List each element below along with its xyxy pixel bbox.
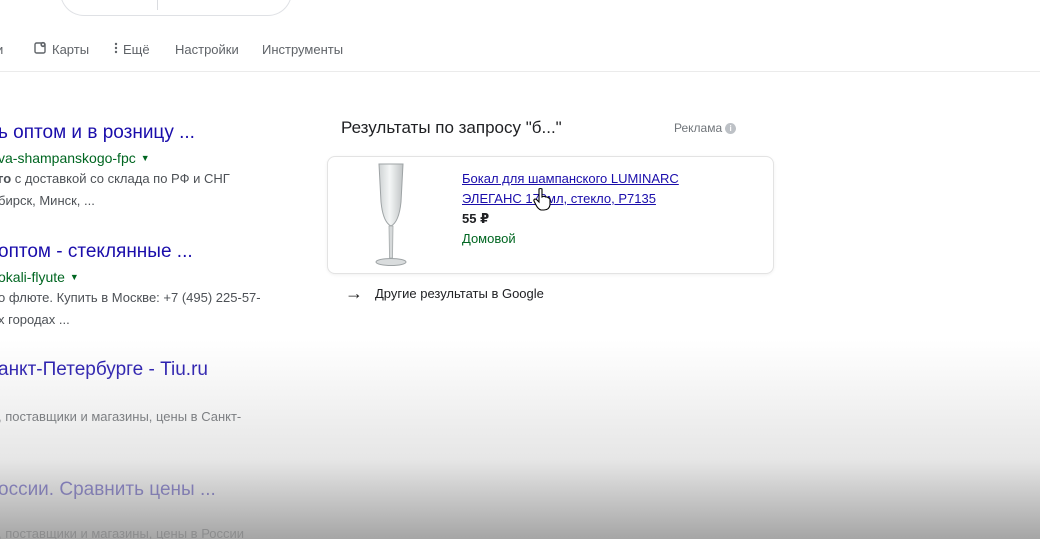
tab-settings-label: Настройки [175,41,239,57]
more-results-label: Другие результаты в Google [375,285,544,301]
tab-tools[interactable]: Инструменты [262,38,343,60]
tab-images-label: и [0,42,3,57]
champagne-glass-icon [375,163,407,266]
search-result: анкт-Петербурге - Tiu.ru , поставщики и … [0,359,241,428]
product-image[interactable] [336,161,446,271]
tab-settings[interactable]: Настройки [175,38,239,60]
tab-tools-label: Инструменты [262,41,344,57]
hand-cursor-icon [533,187,551,211]
tab-maps-label: Карты [52,41,90,57]
search-result: оптом - стеклянные ... okali-flyute ▼ о ф… [0,241,261,331]
result-snippet: , поставщики и магазины, цены в России [0,526,245,539]
result-title[interactable]: оссии. Сравнить цены ... [0,479,244,501]
ads-label-text: Реклама [674,121,723,135]
result-snippet: го с доставкой со склада по РФ и СНГ [0,168,230,190]
result-url-text: va-shampanskogo-fpc [0,150,136,166]
result-snippet-bold: го [0,171,12,186]
result-title[interactable]: оптом - стеклянные ... [0,241,261,263]
search-box-divider [157,0,158,10]
result-url[interactable]: okali-flyute ▼ [0,269,261,285]
ads-heading: Результаты по запросу "б..." [341,118,562,137]
tab-images[interactable]: и [0,38,3,60]
more-vert-icon [114,42,118,57]
product-price: 55 ₽ [462,211,490,226]
search-result: ь оптом и в розницу ... va-shampanskogo-… [0,122,230,212]
result-snippet: о флюте. Купить в Москве: +7 (495) 225-5… [0,290,261,305]
search-box[interactable] [60,0,292,16]
product-title[interactable]: Бокал для шампанского LUMINARC ЭЛЕГАНС 1… [462,169,742,209]
search-result: оссии. Сравнить цены ... , поставщики и … [0,479,244,539]
ads-label[interactable]: Реклама i [674,121,737,135]
result-snippet-line1: с доставкой со склада по РФ и СНГ [11,171,230,186]
map-pin-icon [34,41,47,57]
result-snippet-line2: х городах ... [0,312,70,327]
tab-more-label: Ещё [123,41,150,57]
result-title[interactable]: анкт-Петербурге - Tiu.ru [0,359,241,381]
result-url-text: okali-flyute [0,269,65,285]
result-url[interactable]: va-shampanskogo-fpc ▼ [0,150,230,166]
arrow-right-icon: → [345,283,363,303]
result-snippet: , поставщики и магазины, цены в Санкт- [0,409,242,424]
dropdown-caret-icon[interactable]: ▼ [70,272,79,282]
header-divider [0,71,1040,72]
more-results-link[interactable]: → Другие результаты в Google [345,284,544,302]
product-card[interactable]: Бокал для шампанского LUMINARC ЭЛЕГАНС 1… [327,156,774,274]
result-snippet-line2: бирск, Минск, ... [0,193,95,208]
product-seller[interactable]: Домовой [462,231,516,246]
info-icon[interactable]: i [725,122,737,134]
dropdown-caret-icon[interactable]: ▼ [141,153,150,163]
tab-maps[interactable]: Карты [34,38,89,60]
result-title[interactable]: ь оптом и в розницу ... [0,122,230,144]
tab-more[interactable]: Ещё [114,38,150,60]
